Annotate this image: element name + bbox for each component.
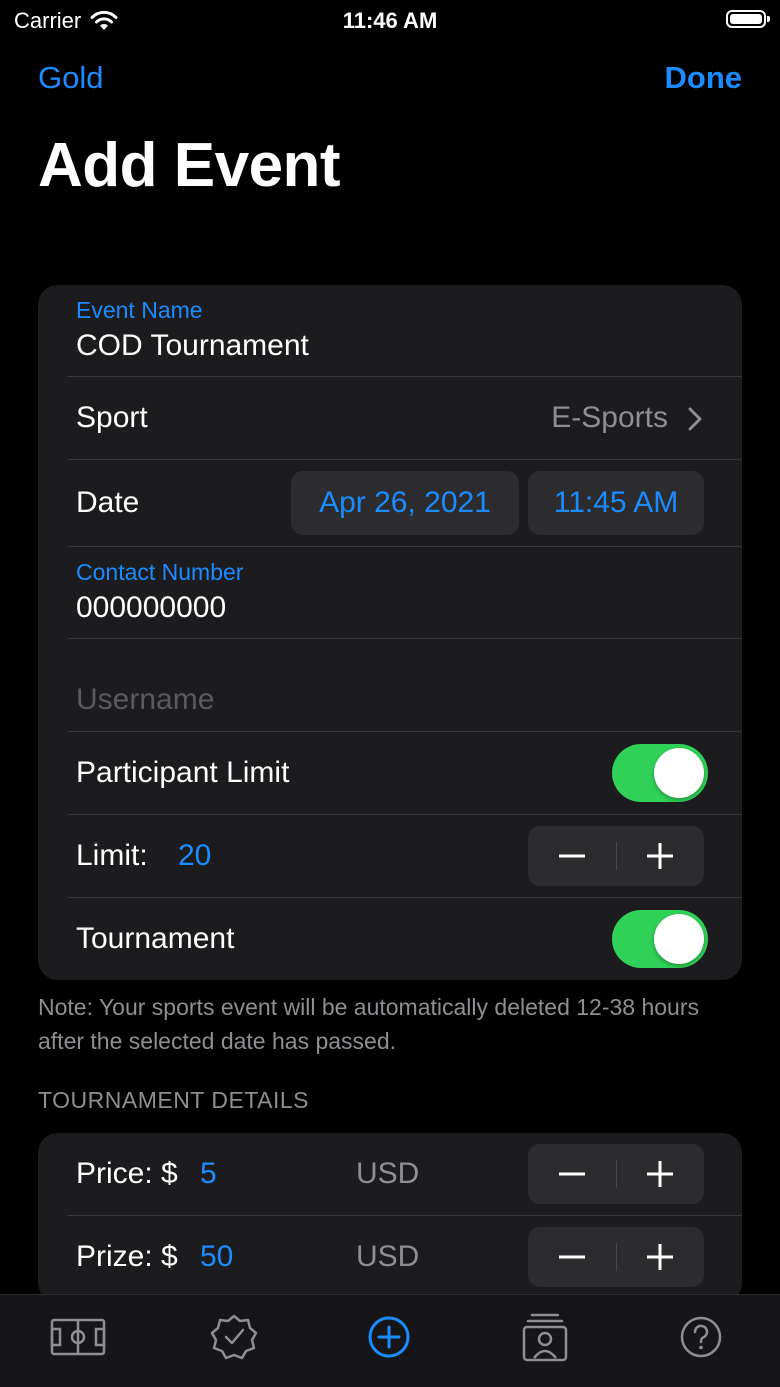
help-circle-icon xyxy=(680,1316,722,1358)
tournament-details-header: TOURNAMENT DETAILS xyxy=(38,1087,309,1113)
contact-number-row[interactable]: Contact Number 000000000 xyxy=(38,547,742,639)
event-name-field[interactable]: COD Tournament xyxy=(76,329,309,363)
tab-profile[interactable] xyxy=(515,1311,575,1363)
contact-card-icon xyxy=(522,1313,568,1362)
prize-increment-button[interactable] xyxy=(616,1227,704,1287)
status-bar: Carrier 11:46 AM xyxy=(0,0,780,40)
date-row: Date Apr 26, 2021 11:45 AM xyxy=(38,460,742,547)
plus-circle-icon xyxy=(368,1316,410,1358)
limit-increment-button[interactable] xyxy=(616,826,704,886)
limit-label: Limit: xyxy=(76,839,148,872)
tab-bar xyxy=(0,1294,780,1387)
prize-stepper xyxy=(528,1227,704,1287)
auto-delete-note: Note: Your sports event will be automati… xyxy=(38,994,700,1054)
status-time: 11:46 AM xyxy=(342,8,438,33)
price-increment-button[interactable] xyxy=(616,1144,704,1204)
add-event-screen: Carrier 11:46 AM Gold Done Add Event Eve… xyxy=(0,0,780,1387)
battery-icon xyxy=(726,10,770,28)
tab-verified[interactable] xyxy=(204,1311,264,1363)
plus-icon xyxy=(647,1244,673,1270)
limit-stepper xyxy=(528,826,704,886)
tournament-label: Tournament xyxy=(76,922,235,955)
event-form-card: Event Name COD Tournament Sport E-Sports… xyxy=(38,285,742,980)
limit-decrement-button[interactable] xyxy=(528,826,616,886)
back-button[interactable]: Gold xyxy=(38,60,103,96)
contact-number-field[interactable]: 000000000 xyxy=(76,591,226,625)
participant-limit-label: Participant Limit xyxy=(76,756,290,789)
date-label: Date xyxy=(76,486,140,519)
participant-limit-toggle[interactable] xyxy=(612,744,708,802)
minus-icon xyxy=(559,1172,585,1176)
sport-label: Sport xyxy=(76,401,148,434)
plus-icon xyxy=(647,843,673,869)
price-label: Price: $ xyxy=(76,1157,178,1190)
contact-number-label: Contact Number xyxy=(76,559,244,585)
prize-currency: USD xyxy=(356,1240,420,1273)
price-value[interactable]: 5 xyxy=(200,1157,217,1191)
field-icon xyxy=(50,1318,106,1356)
prize-row: Prize: $ 50 USD xyxy=(38,1216,742,1299)
limit-value[interactable]: 20 xyxy=(178,839,211,873)
prize-decrement-button[interactable] xyxy=(528,1227,616,1287)
participant-limit-row: Participant Limit xyxy=(38,732,742,814)
done-button[interactable]: Done xyxy=(665,60,743,96)
username-input[interactable]: Username xyxy=(76,683,214,717)
event-name-row[interactable]: Event Name COD Tournament xyxy=(38,285,742,377)
price-decrement-button[interactable] xyxy=(528,1144,616,1204)
prize-value[interactable]: 50 xyxy=(200,1240,233,1274)
price-stepper xyxy=(528,1144,704,1204)
price-row: Price: $ 5 USD xyxy=(38,1133,742,1216)
tournament-row: Tournament xyxy=(38,898,742,980)
page-title: Add Event xyxy=(38,131,341,200)
badge-check-icon xyxy=(210,1314,258,1360)
limit-row: Limit: 20 xyxy=(38,815,742,898)
tab-add-event[interactable] xyxy=(359,1311,419,1363)
event-name-label: Event Name xyxy=(76,297,203,323)
username-row[interactable]: Username xyxy=(38,639,742,731)
chevron-right-icon xyxy=(688,407,702,431)
date-picker-button[interactable]: Apr 26, 2021 xyxy=(291,471,519,535)
tab-events[interactable] xyxy=(48,1311,108,1363)
tab-help[interactable] xyxy=(671,1311,731,1363)
plus-icon xyxy=(647,1161,673,1187)
minus-icon xyxy=(559,854,585,858)
minus-icon xyxy=(559,1255,585,1259)
prize-label: Prize: $ xyxy=(76,1240,178,1273)
sport-row[interactable]: Sport E-Sports xyxy=(38,377,742,460)
tournament-details-card: Price: $ 5 USD Prize: $ 50 USD xyxy=(38,1133,742,1303)
price-currency: USD xyxy=(356,1157,420,1190)
sport-value: E-Sports xyxy=(551,401,668,434)
time-picker-button[interactable]: 11:45 AM xyxy=(528,471,704,535)
tournament-toggle[interactable] xyxy=(612,910,708,968)
